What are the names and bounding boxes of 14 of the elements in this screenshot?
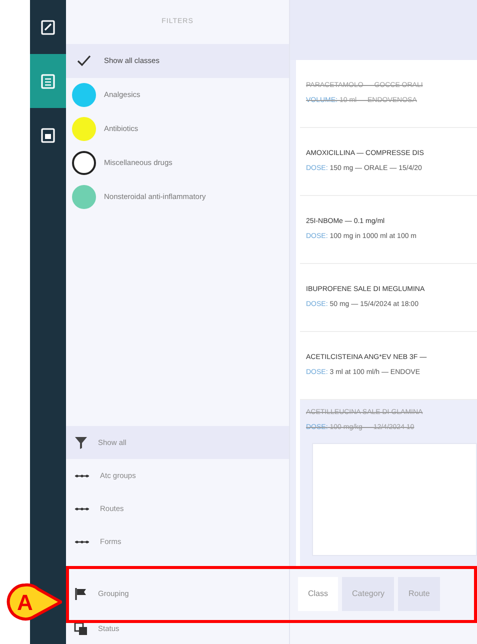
check-icon — [77, 55, 91, 67]
dotted-line-icon — [74, 472, 90, 480]
grouping-tab[interactable]: Route — [398, 577, 440, 611]
callout-badge: A — [6, 583, 62, 621]
filter-icon — [74, 436, 88, 450]
grouping-tab[interactable]: Class — [298, 577, 338, 611]
clipboard-list-icon — [41, 72, 55, 90]
layers-icon — [74, 622, 88, 636]
calendar-icon — [41, 126, 55, 144]
grouping-tab[interactable]: Category — [342, 577, 394, 611]
edit-icon — [41, 18, 55, 36]
flag-icon — [74, 587, 88, 601]
dotted-line-icon — [74, 538, 90, 546]
dotted-line-icon — [74, 504, 90, 512]
